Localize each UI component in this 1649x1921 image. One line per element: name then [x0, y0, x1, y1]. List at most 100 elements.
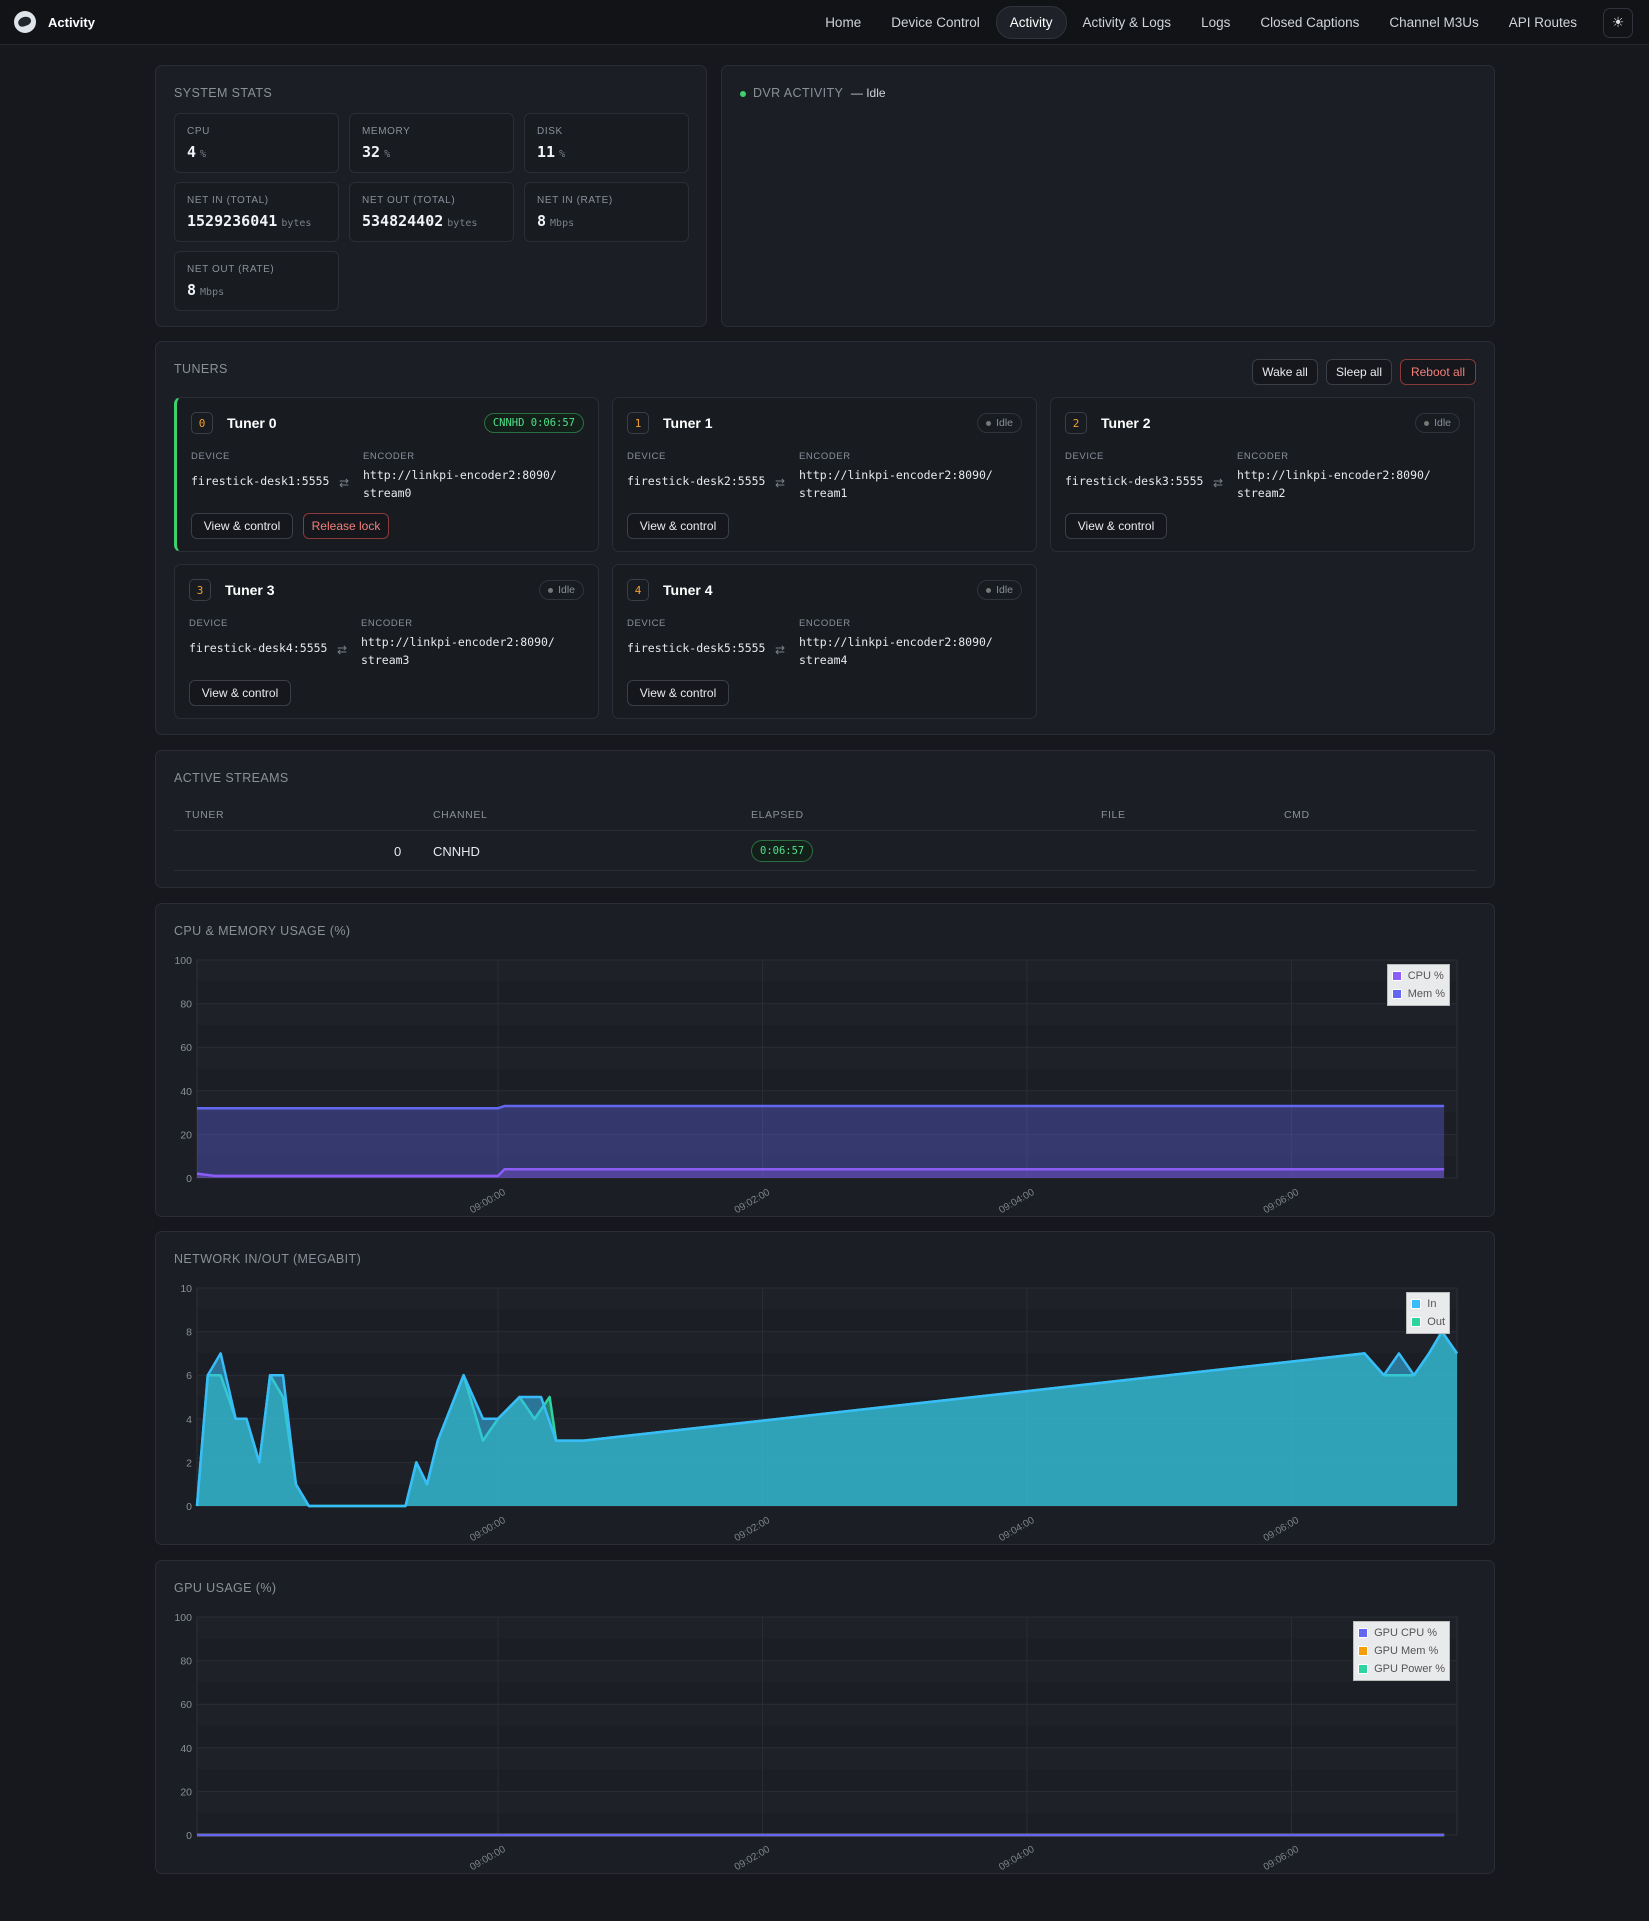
- y-tick-label: 8: [186, 1327, 192, 1339]
- legend-item[interactable]: GPU Mem %: [1358, 1642, 1445, 1660]
- grid-band: [197, 1617, 1457, 1639]
- stat-unit: Mbps: [200, 287, 225, 298]
- dvr-activity-panel: DVR ACTIVITY — Idle: [721, 65, 1495, 327]
- encoder-label: ENCODER: [1237, 451, 1289, 462]
- x-tick-label: 09:06:00: [1262, 1187, 1302, 1216]
- encoder-label: ENCODER: [363, 451, 415, 462]
- encoder-stream: stream4: [799, 653, 848, 667]
- nav-activity-logs[interactable]: Activity & Logs: [1069, 6, 1186, 39]
- device-label: DEVICE: [191, 451, 230, 462]
- tuner-name: Tuner 3: [225, 582, 275, 598]
- tuner-card-1: 1 Tuner 1 Idle DEVICE ENCODER firestick-…: [612, 397, 1037, 552]
- x-tick-label: 09:02:00: [733, 1187, 773, 1216]
- legend-label: In: [1427, 1298, 1437, 1310]
- encoder-url: http://linkpi-encoder2:8090/: [363, 468, 557, 482]
- app-logo-icon[interactable]: [14, 11, 36, 33]
- x-tick-label: 09:02:00: [733, 1515, 773, 1544]
- stat-value: 534824402: [362, 212, 444, 230]
- status-dot-icon: [740, 90, 746, 97]
- grid-band: [197, 1069, 1457, 1091]
- encoder-stream: stream2: [1237, 486, 1286, 500]
- device-label: DEVICE: [627, 618, 666, 629]
- y-tick-label: 0: [186, 1830, 192, 1842]
- stat-value: 11: [537, 143, 556, 161]
- sun-icon[interactable]: ☀: [1603, 7, 1633, 38]
- nav-logs[interactable]: Logs: [1187, 6, 1244, 39]
- gpu-chart-panel: GPU Usage (%) 0 20 40 60 80 100 09:00:00 09:02:…: [155, 1560, 1495, 1874]
- y-tick-label: 20: [180, 1129, 192, 1141]
- stat-unit: %: [384, 149, 391, 160]
- active-streams-title: Active streams: [174, 771, 289, 785]
- nav-channel-m3us[interactable]: Channel M3Us: [1375, 6, 1492, 39]
- column-header-file: FILE: [1101, 809, 1126, 821]
- legend-item[interactable]: GPU Power %: [1358, 1660, 1445, 1678]
- device-value: firestick-desk4:5555: [189, 641, 328, 655]
- legend-item[interactable]: GPU CPU %: [1358, 1624, 1445, 1642]
- y-tick-label: 80: [180, 1656, 192, 1668]
- device-label: DEVICE: [1065, 451, 1104, 462]
- legend-swatch: [1358, 1628, 1369, 1638]
- dvr-activity-header: DVR ACTIVITY — Idle: [740, 86, 886, 100]
- y-tick-label: 20: [180, 1786, 192, 1798]
- nav-home[interactable]: Home: [811, 6, 875, 39]
- legend-label: Mem %: [1407, 988, 1445, 1000]
- reboot-all-button[interactable]: Reboot all: [1400, 359, 1476, 385]
- nav-api-routes[interactable]: API Routes: [1495, 6, 1591, 39]
- nav-device-control[interactable]: Device Control: [877, 6, 994, 39]
- view-control-button[interactable]: View & control: [627, 680, 729, 706]
- x-tick-label: 09:04:00: [997, 1515, 1037, 1544]
- cpu-memory-chart: 0 20 40 60 80 100 09:00:00 09:02:00 09:04:00 09:0…: [174, 955, 1458, 1216]
- dvr-activity-title: DVR ACTIVITY: [753, 86, 844, 100]
- grid-band: [197, 1726, 1457, 1748]
- device-value: firestick-desk1:5555: [191, 474, 330, 488]
- encoder-stream: stream3: [361, 653, 410, 667]
- view-control-button[interactable]: View & control: [191, 513, 293, 539]
- y-tick-label: 4: [186, 1414, 192, 1426]
- y-tick-label: 60: [180, 1042, 192, 1054]
- x-tick-label: 09:02:00: [733, 1844, 773, 1873]
- y-tick-label: 0: [186, 1501, 192, 1513]
- chart-legend: In Out: [1406, 1292, 1450, 1334]
- grid-band: [197, 1003, 1457, 1026]
- nav-activity[interactable]: Activity: [995, 6, 1067, 39]
- tuner-number: 1: [627, 412, 649, 434]
- tuner-name: Tuner 0: [227, 415, 277, 431]
- grid-band: [197, 1025, 1457, 1048]
- tuner-number: 3: [189, 579, 211, 601]
- link-arrows-icon: ⇄: [775, 476, 786, 490]
- view-control-button[interactable]: View & control: [189, 680, 291, 706]
- legend-swatch: [1358, 1646, 1369, 1656]
- stat-net-in-rate: NET IN (RATE) 8 Mbps: [524, 182, 689, 242]
- wake-all-button[interactable]: Wake all: [1252, 359, 1318, 385]
- nav-closed-captions[interactable]: Closed Captions: [1246, 6, 1373, 39]
- table-row[interactable]: 0 CNNHD 0:06:57: [174, 831, 1476, 871]
- encoder-value: http://linkpi-encoder2:8090/stream1: [799, 466, 1029, 502]
- grid-band: [197, 1047, 1457, 1069]
- encoder-value: http://linkpi-encoder2:8090/stream4: [799, 633, 1029, 669]
- system-stats-panel: System stats CPU 4% MEMORY 32% DISK 11% …: [155, 65, 707, 327]
- device-value: firestick-desk5:5555: [627, 641, 766, 655]
- legend-swatch: [1391, 971, 1402, 981]
- legend-item[interactable]: CPU %: [1391, 967, 1445, 985]
- stat-net-in-total: NET IN (TOTAL) 1529236041 bytes: [174, 182, 339, 242]
- stream-tuner: 0: [394, 844, 402, 859]
- legend-label: Out: [1427, 1316, 1445, 1328]
- view-control-button[interactable]: View & control: [627, 513, 729, 539]
- grid-band: [197, 1331, 1457, 1354]
- tuner-card-0: 0 Tuner 0 CNNHD 0:06:57 DEVICE ENCODER f…: [174, 397, 599, 552]
- legend-item[interactable]: Mem %: [1391, 985, 1445, 1003]
- stat-unit: Mbps: [550, 218, 575, 229]
- encoder-stream: stream0: [363, 486, 412, 500]
- gpu-chart: 0 20 40 60 80 100 09:00:00 09:02:00 09:04:00 09:0…: [174, 1612, 1458, 1873]
- legend-item[interactable]: In: [1411, 1295, 1445, 1313]
- legend-item[interactable]: Out: [1411, 1313, 1445, 1331]
- x-tick-label: 09:06:00: [1262, 1844, 1302, 1873]
- legend-swatch: [1391, 989, 1402, 999]
- stat-value: 8: [537, 212, 547, 230]
- view-control-button[interactable]: View & control: [1065, 513, 1167, 539]
- y-tick-label: 60: [180, 1699, 192, 1711]
- stat-label: NET OUT (TOTAL): [362, 195, 456, 206]
- release-lock-button[interactable]: Release lock: [303, 513, 389, 539]
- tuner-name: Tuner 4: [663, 582, 713, 598]
- sleep-all-button[interactable]: Sleep all: [1326, 359, 1392, 385]
